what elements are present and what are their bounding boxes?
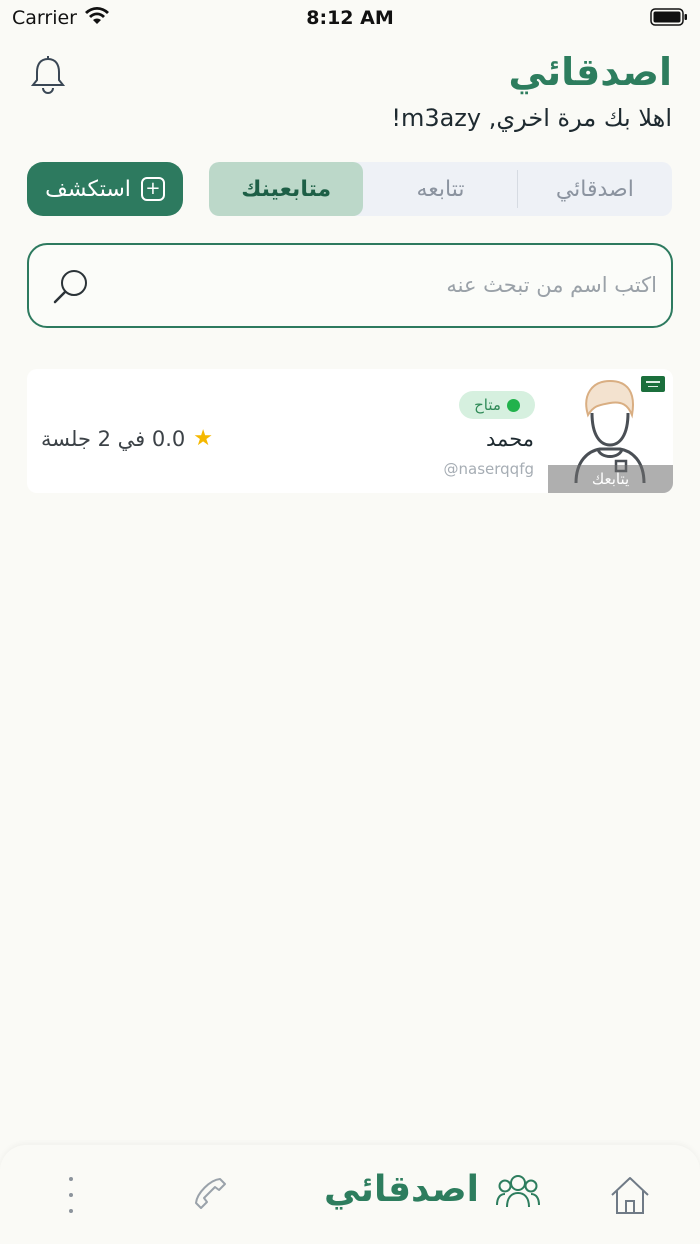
status-badge-text: متاح [474, 396, 501, 414]
star-icon: ★ [193, 426, 214, 451]
search-icon[interactable] [51, 267, 91, 307]
tab-following[interactable]: تتابعه [363, 162, 519, 216]
bottom-nav: اصدقائي [0, 1145, 700, 1244]
nav-friends-label: اصدقائي [324, 1169, 479, 1210]
friends-group-icon [495, 1174, 540, 1207]
page-title: اصدقائي [508, 50, 672, 94]
online-dot-icon [506, 398, 520, 412]
avatar: يتابعك [548, 369, 673, 493]
segment-tabs: اصدقائي تتابعه متابعينك [209, 162, 672, 216]
plus-icon: + [140, 177, 165, 201]
battery-icon [650, 8, 687, 26]
rating-text: 0.0 في 2 جلسة [41, 426, 186, 451]
nav-friends[interactable]: اصدقائي [324, 1169, 541, 1210]
follower-card[interactable]: يتابعك متاح محمد @naserqqfg ★ 0.0 في 2 ج… [27, 369, 673, 493]
follower-name: محمد [486, 427, 534, 451]
more-icon[interactable] [66, 1175, 76, 1215]
saudi-flag-icon [641, 376, 665, 392]
rating: ★ 0.0 في 2 جلسة [41, 426, 213, 451]
status-time: 8:12 AM [306, 7, 394, 29]
phone-icon[interactable] [192, 1175, 228, 1211]
follower-username: @naserqqfg [443, 460, 535, 478]
follows-you-label: يتابعك [548, 465, 673, 493]
greeting-text: اهلا بك مرة اخري, m3azy! [391, 104, 672, 132]
search-box[interactable]: اكتب اسم من تبحث عنه [27, 243, 673, 328]
status-bar: Carrier 8:12 AM [0, 0, 700, 36]
home-icon[interactable] [608, 1173, 652, 1217]
status-badge: متاح [459, 391, 535, 419]
tab-my-friends[interactable]: اصدقائي [518, 162, 672, 216]
explore-button-label: استكشف [45, 176, 131, 202]
explore-button[interactable]: + استكشف [27, 162, 183, 216]
tab-followers[interactable]: متابعينك [209, 162, 364, 216]
bell-icon[interactable] [28, 54, 68, 96]
search-input[interactable]: اكتب اسم من تبحث عنه [446, 273, 657, 297]
